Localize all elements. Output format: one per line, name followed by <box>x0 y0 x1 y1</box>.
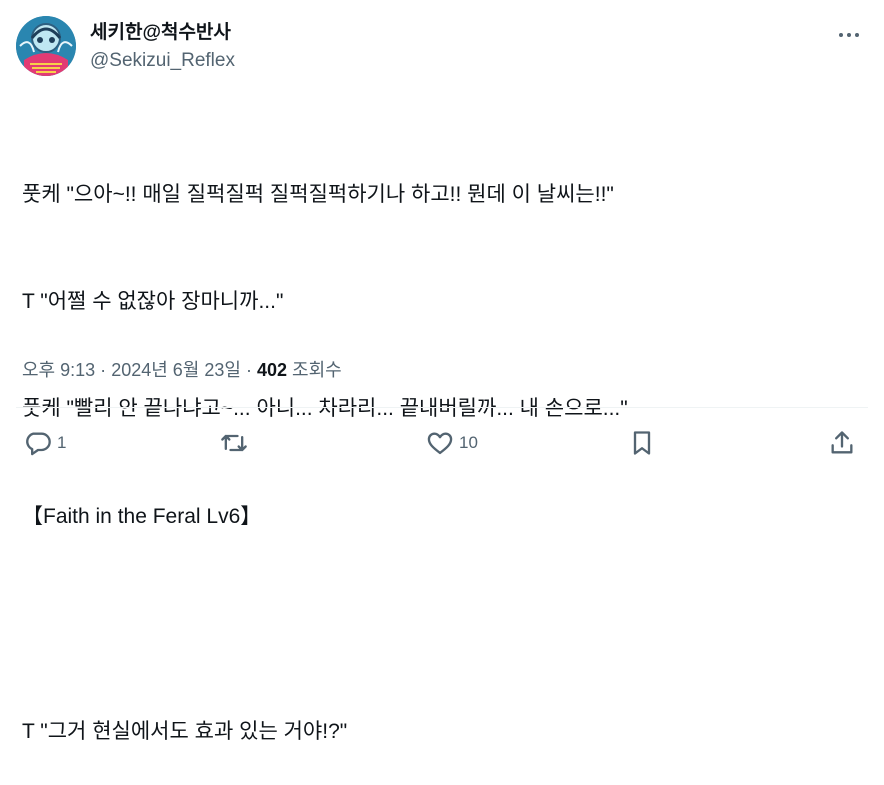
user-handle[interactable]: @Sekizui_Reflex <box>90 48 235 74</box>
meta-separator: · <box>245 360 252 380</box>
more-icon-dot <box>855 33 859 37</box>
like-icon <box>427 432 453 455</box>
post-line: ​ <box>22 606 862 642</box>
post-line: 풋케 "으아~!! 매일 질퍽질퍽 질퍽질퍽하기나 하고!! 뭔데 이 날씨는!… <box>22 182 614 206</box>
post-line: T "그거 현실에서도 효과 있는 거야!?" <box>22 719 348 743</box>
bookmark-button[interactable] <box>628 422 656 464</box>
reply-icon <box>26 432 51 456</box>
more-button[interactable] <box>832 18 866 52</box>
views-label: 조회수 <box>292 360 342 380</box>
post-header: 세키한@척수반사 @Sekizui_Reflex <box>16 14 868 78</box>
like-button[interactable]: 10 <box>426 422 478 464</box>
bookmark-icon <box>633 431 651 455</box>
share-icon <box>831 431 853 454</box>
share-button[interactable] <box>828 422 856 464</box>
post-time[interactable]: 오후 9:13 <box>22 360 95 380</box>
post-line: T "어쩔 수 없잖아 장마니까..." <box>22 289 284 313</box>
repost-button[interactable] <box>220 422 253 464</box>
meta-separator: · <box>100 360 107 380</box>
views-count: 402 <box>256 360 288 380</box>
like-count: 10 <box>459 433 478 452</box>
display-name[interactable]: 세키한@척수반사 <box>90 20 235 46</box>
more-icon-dot <box>847 33 851 37</box>
repost-icon <box>221 434 247 452</box>
reply-count: 1 <box>57 433 67 452</box>
avatar[interactable] <box>16 16 76 76</box>
more-icon <box>839 33 843 37</box>
divider <box>16 407 868 408</box>
post-line: 【Faith in the Feral Lv6】 <box>22 504 262 528</box>
post-date[interactable]: 2024년 6월 23일 <box>111 360 241 380</box>
reply-button[interactable]: 1 <box>24 422 66 464</box>
action-bar: 1 10 <box>0 422 884 464</box>
avatar-image <box>16 16 76 76</box>
post-meta: 오후 9:13 · 2024년 6월 23일 · 402 조회수 <box>22 356 342 382</box>
